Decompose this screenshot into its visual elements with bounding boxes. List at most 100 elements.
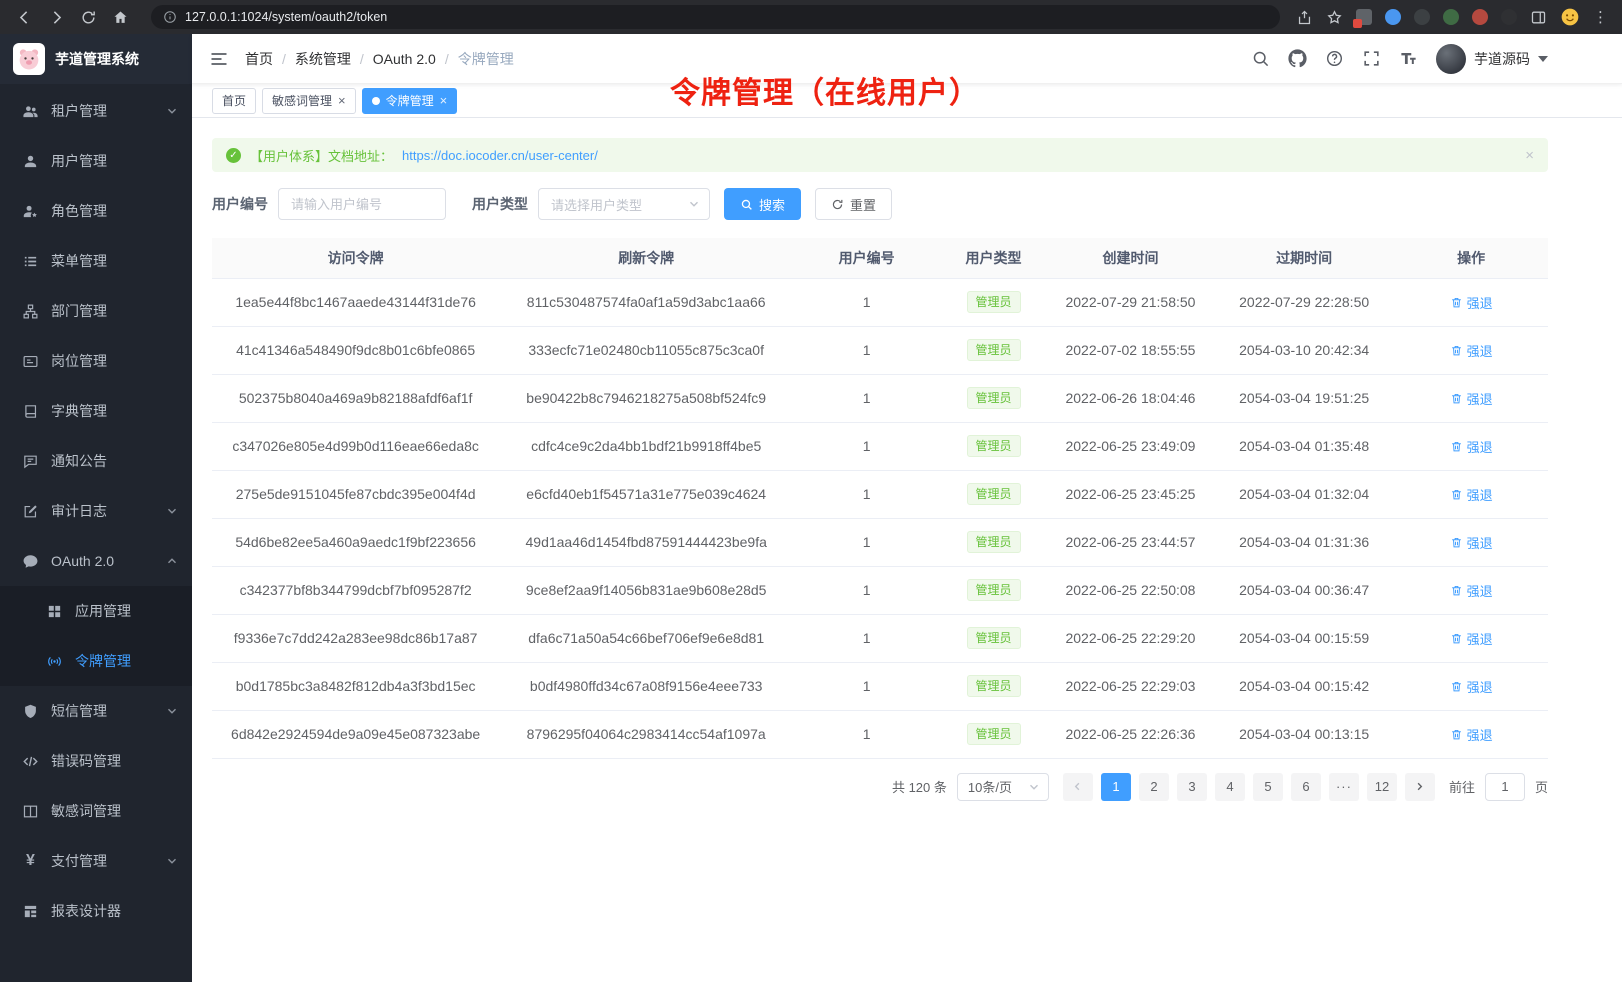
breadcrumb-item[interactable]: 系统管理 xyxy=(295,49,351,69)
tab-close-icon[interactable]: × xyxy=(440,94,448,107)
sidebar-item-label: 角色管理 xyxy=(51,201,107,221)
page-2-button[interactable]: 2 xyxy=(1139,773,1169,801)
sidebar-item-oauth2-application[interactable]: 应用管理 xyxy=(0,586,192,636)
forward-button[interactable] xyxy=(48,9,65,26)
main-area: 首页/系统管理/OAuth 2.0/令牌管理 芋道源码 首页敏感词管理×令牌管理… xyxy=(192,34,1622,982)
chevron-down-icon xyxy=(166,705,178,717)
sidebar-item-sensitive-word[interactable]: 敏感词管理 xyxy=(0,786,192,836)
force-logout-button[interactable]: 强退 xyxy=(1450,341,1493,360)
force-logout-label: 强退 xyxy=(1467,677,1493,696)
alert-close-icon[interactable]: × xyxy=(1525,148,1534,163)
chevron-up-icon xyxy=(166,555,178,567)
reload-button[interactable] xyxy=(80,9,97,26)
more-pages-button[interactable]: ··· xyxy=(1329,773,1359,801)
site-info-icon[interactable] xyxy=(163,10,177,24)
next-page-button[interactable] xyxy=(1405,773,1435,801)
cell-user-type: 管理员 xyxy=(940,278,1047,326)
username: 芋道源码 xyxy=(1474,49,1530,69)
sidebar-item-sms[interactable]: 短信管理 xyxy=(0,686,192,736)
sidebar-item-tenant[interactable]: 租户管理 xyxy=(0,86,192,136)
sidebar-item-dict[interactable]: 字典管理 xyxy=(0,386,192,436)
sidebar-item-oauth2[interactable]: OAuth 2.0 xyxy=(0,536,192,586)
user-type-badge: 管理员 xyxy=(967,387,1021,409)
doc-link[interactable]: https://doc.iocoder.cn/user-center/ xyxy=(402,148,598,163)
user-type-select[interactable]: 请选择用户类型 xyxy=(538,188,710,220)
page-12-button[interactable]: 12 xyxy=(1367,773,1397,801)
sidebar-item-role[interactable]: 角色管理 xyxy=(0,186,192,236)
force-logout-button[interactable]: 强退 xyxy=(1450,533,1493,552)
sidebar-item-audit-log[interactable]: 审计日志 xyxy=(0,486,192,536)
tab-close-icon[interactable]: × xyxy=(338,94,346,107)
sidebar-item-dept[interactable]: 部门管理 xyxy=(0,286,192,336)
search-icon[interactable] xyxy=(1251,49,1270,68)
cell-user-id: 1 xyxy=(793,374,940,422)
address-bar[interactable]: 127.0.0.1:1024/system/oauth2/token xyxy=(151,5,1280,29)
help-icon[interactable] xyxy=(1325,49,1344,68)
force-logout-button[interactable]: 强退 xyxy=(1450,293,1493,312)
browser-profile-avatar[interactable] xyxy=(1560,7,1580,27)
user-menu[interactable]: 芋道源码 xyxy=(1436,44,1548,74)
page-size-value: 10条/页 xyxy=(968,777,1012,796)
goto-page-input[interactable] xyxy=(1485,773,1525,801)
page-3-button[interactable]: 3 xyxy=(1177,773,1207,801)
force-logout-button[interactable]: 强退 xyxy=(1450,629,1493,648)
force-logout-button[interactable]: 强退 xyxy=(1450,725,1493,744)
cell-actions: 强退 xyxy=(1394,662,1548,710)
sidebar-item-notice[interactable]: 通知公告 xyxy=(0,436,192,486)
tab-sensitive-word[interactable]: 敏感词管理× xyxy=(262,88,356,114)
extension-icon-dark[interactable] xyxy=(1414,9,1430,25)
breadcrumb-separator: / xyxy=(360,51,364,67)
sidebar-item-oauth2-token[interactable]: 令牌管理 xyxy=(0,636,192,686)
force-logout-label: 强退 xyxy=(1467,389,1493,408)
cell-refresh-token: 49d1aa46d1454fbd87591444423be9fa xyxy=(499,518,793,566)
search-button[interactable]: 搜索 xyxy=(724,188,801,220)
force-logout-button[interactable]: 强退 xyxy=(1450,677,1493,696)
extension-icon-paw[interactable] xyxy=(1501,9,1517,25)
extension-icon-red[interactable] xyxy=(1472,9,1488,25)
force-logout-button[interactable]: 强退 xyxy=(1450,389,1493,408)
back-button[interactable] xyxy=(16,9,33,26)
force-logout-button[interactable]: 强退 xyxy=(1450,437,1493,456)
force-logout-button[interactable]: 强退 xyxy=(1450,485,1493,504)
goto-suffix: 页 xyxy=(1535,777,1548,796)
force-logout-button[interactable]: 强退 xyxy=(1450,581,1493,600)
page-1-button[interactable]: 1 xyxy=(1101,773,1131,801)
prev-page-button[interactable] xyxy=(1063,773,1093,801)
page-size-select[interactable]: 10条/页 xyxy=(957,773,1049,801)
sidebar-item-menu[interactable]: 菜单管理 xyxy=(0,236,192,286)
extension-icon-green[interactable] xyxy=(1443,9,1459,25)
sidebar-item-error-code[interactable]: 错误码管理 xyxy=(0,736,192,786)
sidebar-item-user[interactable]: 用户管理 xyxy=(0,136,192,186)
breadcrumb-item[interactable]: OAuth 2.0 xyxy=(373,51,436,67)
extension-icon-blue[interactable] xyxy=(1385,9,1401,25)
breadcrumb-item[interactable]: 首页 xyxy=(245,49,273,69)
sidebar-item-pay[interactable]: ¥支付管理 xyxy=(0,836,192,886)
cell-expire-time: 2054-03-04 00:36:47 xyxy=(1214,566,1394,614)
page-6-button[interactable]: 6 xyxy=(1291,773,1321,801)
font-size-icon[interactable] xyxy=(1399,49,1418,68)
table-row: 1ea5e44f8bc1467aaede43144f31de76811c5304… xyxy=(212,278,1548,326)
fullscreen-icon[interactable] xyxy=(1362,49,1381,68)
sidebar-item-label: OAuth 2.0 xyxy=(51,553,114,569)
reset-button[interactable]: 重置 xyxy=(815,188,892,220)
collapse-sidebar-button[interactable] xyxy=(209,49,229,69)
sidebar-item-report-designer[interactable]: 报表设计器 xyxy=(0,886,192,936)
side-panel-button[interactable] xyxy=(1530,9,1547,26)
extension-icon-badged[interactable] xyxy=(1356,9,1372,25)
share-button[interactable] xyxy=(1296,9,1313,26)
sidebar-item-post[interactable]: 岗位管理 xyxy=(0,336,192,386)
home-button[interactable] xyxy=(112,9,129,26)
page-5-button[interactable]: 5 xyxy=(1253,773,1283,801)
code-icon xyxy=(22,753,39,770)
bookmark-star-icon[interactable] xyxy=(1326,9,1343,26)
tab-oauth2-token[interactable]: 令牌管理× xyxy=(362,88,458,114)
app-logo[interactable]: 芋道管理系统 xyxy=(0,34,192,84)
cell-access-token: 41c41346a548490f9dc8b01c6bfe0865 xyxy=(212,326,499,374)
github-icon[interactable] xyxy=(1288,49,1307,68)
browser-menu-icon[interactable]: ⋮ xyxy=(1593,10,1608,25)
tab-home[interactable]: 首页 xyxy=(212,88,256,114)
page-4-button[interactable]: 4 xyxy=(1215,773,1245,801)
cell-actions: 强退 xyxy=(1394,710,1548,758)
cell-user-id: 1 xyxy=(793,662,940,710)
user-id-input[interactable] xyxy=(278,188,446,220)
